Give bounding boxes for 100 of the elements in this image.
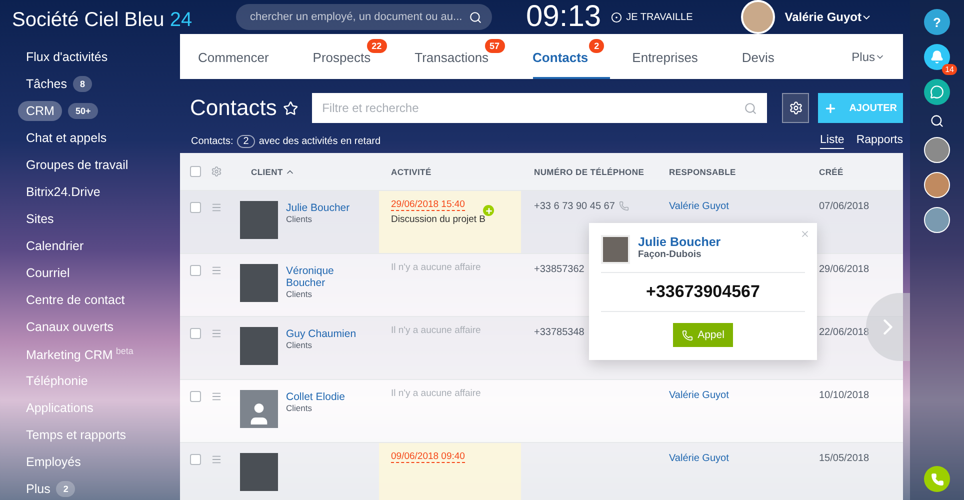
client-type: Clients (286, 403, 313, 413)
count-badge: 2 (56, 481, 76, 497)
column-header[interactable]: NUMÉRO DE TÉLÉPHONE (521, 166, 656, 176)
tab[interactable]: Contacts 2 (532, 34, 610, 79)
contact-avatar[interactable] (924, 137, 950, 163)
company-logo: Société Ciel Bleu 24 (12, 8, 192, 32)
more-tab[interactable]: Plus (852, 50, 885, 64)
client-link[interactable]: Collet Elodie (286, 391, 366, 403)
activity-title: Discussion du projet B (391, 214, 487, 225)
sidebar-item[interactable]: Plus (26, 482, 50, 496)
client-link[interactable]: Julie Boucher (286, 202, 366, 214)
close-icon[interactable] (800, 229, 810, 239)
search-icon[interactable] (930, 114, 944, 128)
filter-field[interactable]: Filtre et recherche (312, 93, 768, 123)
popup-phone-number: +33673904567 (601, 273, 805, 312)
photo-placeholder (601, 235, 630, 264)
sidebar-item[interactable]: Tâches (26, 77, 67, 91)
sidebar-item[interactable]: Bitrix24.Drive (26, 185, 100, 199)
contact-name[interactable]: Julie Boucher (638, 235, 721, 249)
menu-icon[interactable] (211, 265, 222, 276)
tab[interactable]: Devis (742, 34, 796, 79)
created-date: 22/06/2018 (818, 326, 870, 338)
phone-number: +33857362 (533, 263, 584, 275)
responsible-link[interactable]: Valérie Guyot (656, 191, 806, 212)
activity-date[interactable]: 29/06/2018 15:40 (391, 199, 465, 211)
client-link[interactable]: Véronique Boucher (286, 265, 366, 289)
count-badge: 2 (589, 39, 604, 53)
count-badge: 8 (73, 76, 92, 92)
activity-date[interactable]: 09/06/2018 09:40 (391, 451, 465, 463)
bell-icon (930, 50, 944, 64)
count-badge: 50+ (68, 103, 98, 119)
user-menu[interactable]: Valérie Guyot (784, 10, 872, 24)
sidebar-item[interactable]: Canaux ouverts (26, 320, 114, 334)
count-badge[interactable]: 2 (237, 135, 255, 148)
tab[interactable]: Prospects 22 (312, 34, 393, 79)
page-title: Contacts (190, 95, 277, 121)
chat-button[interactable] (924, 79, 950, 105)
clock: 09:13 (526, 0, 602, 34)
work-status-button[interactable]: JE TRAVAILLE (611, 12, 693, 22)
sidebar-item[interactable]: Sites (26, 212, 54, 226)
phone-icon (682, 330, 693, 340)
column-header[interactable]: CRÉÉ (806, 166, 903, 176)
activity-text: Il n'y a aucune affaire (391, 262, 482, 273)
tab[interactable]: Commencer (198, 34, 291, 79)
company-name: Façon-Dubois (638, 249, 702, 260)
tab[interactable]: Entreprises (632, 34, 720, 79)
menu-icon[interactable] (211, 202, 222, 213)
menu-icon[interactable] (211, 328, 222, 339)
checkbox[interactable] (190, 265, 201, 276)
sidebar-item[interactable]: Courriel (26, 266, 70, 280)
contact-avatar[interactable] (924, 207, 950, 233)
client-type: Clients (286, 214, 313, 224)
sidebar-item[interactable]: Groupes de travail (26, 158, 128, 172)
settings-icon (788, 101, 803, 115)
activity-text: Il n'y a aucune affaire (391, 388, 482, 399)
sidebar-item[interactable]: Chat et appels (26, 131, 107, 145)
add-icon[interactable] (483, 205, 494, 216)
created-date: 15/05/2018 (818, 452, 870, 464)
sidebar-item[interactable]: Centre de contact (26, 293, 125, 307)
search-icon (469, 11, 482, 24)
chat-icon (930, 85, 944, 99)
sidebar-item[interactable]: CRM (18, 101, 62, 121)
view-tab[interactable]: Liste (820, 134, 844, 149)
phone-icon (930, 472, 944, 486)
contact-avatar[interactable] (924, 172, 950, 198)
phone-icon[interactable] (618, 201, 629, 211)
responsible-link[interactable]: Valérie Guyot (656, 380, 806, 401)
tab[interactable]: Transactions 57 (414, 34, 511, 79)
phone-button[interactable] (924, 466, 950, 492)
created-date: 07/06/2018 (818, 200, 870, 212)
client-link[interactable]: Guy Chaumien (286, 328, 366, 340)
checkbox[interactable] (190, 328, 201, 339)
client-type: Clients (286, 289, 313, 299)
menu-icon[interactable] (211, 391, 222, 402)
column-header[interactable]: RESPONSABLE (656, 166, 806, 176)
created-date: 29/06/2018 (818, 263, 870, 275)
settings-icon[interactable] (211, 166, 222, 177)
sidebar-item[interactable]: Employés (26, 455, 81, 469)
count-badge: 22 (366, 39, 387, 53)
summary-label: Contacts: (191, 136, 234, 147)
settings-button[interactable] (782, 93, 810, 123)
checkbox[interactable] (190, 454, 201, 465)
column-header[interactable]: ACTIVITÉ (379, 166, 521, 176)
checkbox[interactable] (190, 391, 201, 402)
star-icon[interactable] (282, 100, 298, 116)
search-icon (744, 102, 758, 115)
column-header[interactable]: CLIENT (240, 166, 379, 176)
created-date: 10/10/2018 (818, 389, 870, 401)
menu-icon[interactable] (211, 454, 222, 465)
phone-number: +33 6 73 90 45 67 (521, 191, 629, 212)
count-badge: 14 (942, 64, 957, 75)
view-tab[interactable]: Rapports (856, 134, 903, 149)
record-icon (611, 12, 622, 22)
summary-text: avec des activités en retard (258, 136, 381, 147)
checkbox[interactable] (190, 202, 201, 213)
user-avatar[interactable] (740, 0, 775, 34)
responsible-link[interactable]: Valérie Guyot (656, 443, 806, 464)
sidebar-item[interactable]: Flux d'activités (26, 50, 108, 64)
checkbox[interactable] (190, 166, 201, 177)
sidebar-item[interactable]: Calendrier (26, 239, 84, 253)
